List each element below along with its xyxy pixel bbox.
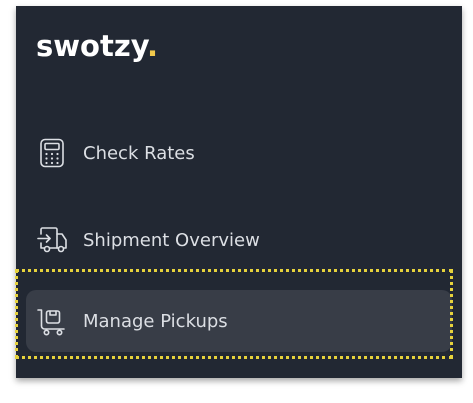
sidebar-item-label: Shipment Overview (83, 229, 260, 251)
brand-dot: . (146, 29, 158, 63)
pickup-cart-icon (36, 305, 68, 337)
sidebar-item-manage-pickups[interactable]: Manage Pickups (26, 290, 452, 352)
brand-logo[interactable]: swotzy. (36, 32, 158, 61)
screenshot-stage: swotzy. Check Rates Shipment Overview Ma… (0, 0, 473, 403)
sidebar-item-check-rates[interactable]: Check Rates (36, 129, 195, 177)
sidebar-item-label: Check Rates (83, 142, 195, 164)
sidebar-item-label: Manage Pickups (83, 310, 228, 332)
brand-name: swotzy (36, 29, 147, 63)
sidebar-item-shipment-overview[interactable]: Shipment Overview (36, 216, 260, 264)
calculator-icon (36, 137, 68, 169)
sidebar: swotzy. Check Rates Shipment Overview Ma… (16, 6, 462, 378)
delivery-truck-icon (36, 224, 68, 256)
